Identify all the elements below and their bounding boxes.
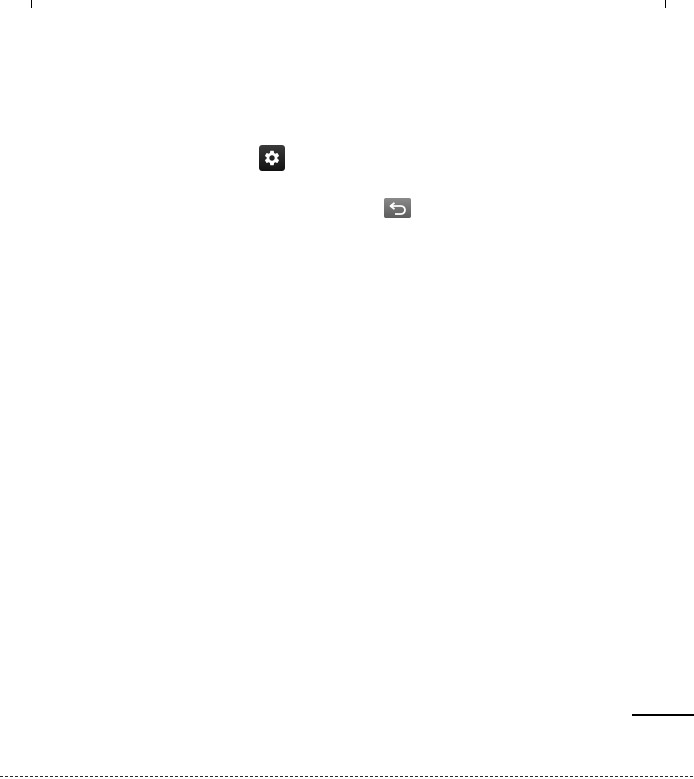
crop-mark-top-right [665, 0, 666, 8]
gear-icon [264, 150, 280, 166]
bottom-dashed-rule [0, 776, 694, 777]
back-key-icon [384, 198, 411, 218]
back-arrow-icon [389, 201, 406, 215]
settings-key-icon [259, 145, 285, 171]
manual-page: { "icons": { "settings": "gear-icon", "b… [0, 0, 694, 779]
page-number-rule [632, 714, 694, 716]
crop-mark-top-left [31, 0, 32, 8]
